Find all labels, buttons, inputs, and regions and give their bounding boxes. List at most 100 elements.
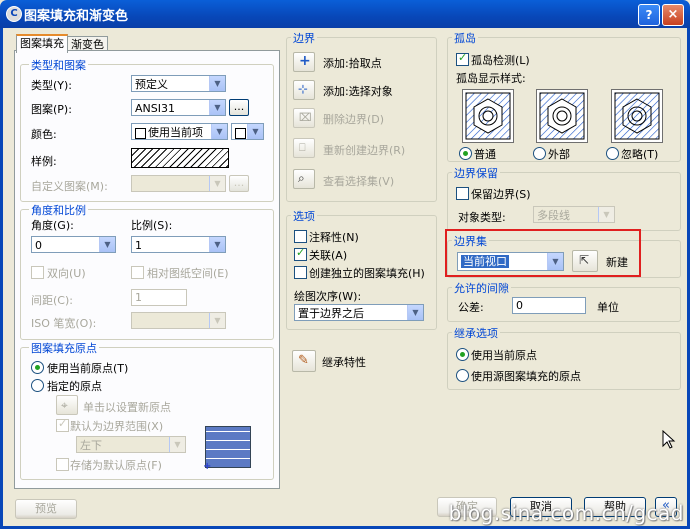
highlight-annotation xyxy=(445,229,641,277)
chevron-down-icon: ▼ xyxy=(209,100,225,115)
no-color-icon xyxy=(235,127,246,139)
color-select[interactable]: 使用当前项 ▼ xyxy=(131,123,228,140)
island-normal-radio[interactable] xyxy=(459,147,472,160)
pattern-label: 图案(P): xyxy=(31,103,72,116)
tolerance-unit: 单位 xyxy=(597,301,619,314)
island-ignore-icon xyxy=(614,92,660,140)
angle-value: 0 xyxy=(35,239,42,252)
check-icon: ✓ xyxy=(58,417,68,430)
inherit-source-origin-radio[interactable] xyxy=(456,369,469,382)
retain-boundaries-checkbox[interactable] xyxy=(456,187,469,200)
type-select[interactable]: 预定义 ▼ xyxy=(131,75,226,92)
island-detection-checkbox[interactable]: ✓ xyxy=(456,51,469,66)
store-default-checkbox[interactable] xyxy=(56,458,69,471)
hatch-sample-swatch[interactable] xyxy=(131,148,229,168)
preview-button[interactable]: 预览 xyxy=(15,499,77,519)
chevron-down-icon: ▼ xyxy=(598,207,614,222)
double-checkbox[interactable] xyxy=(31,266,44,279)
title-bar[interactable]: C 图案填充和渐变色 ? × xyxy=(0,0,690,28)
double-label: 双向(U) xyxy=(47,267,86,280)
chevron-down-icon: ▼ xyxy=(209,313,225,328)
default-boundary-checkbox[interactable]: ✓ xyxy=(56,417,69,432)
check-icon: ✓ xyxy=(296,246,306,259)
inherit-properties-label: 继承特性 xyxy=(322,356,366,369)
custom-pattern-label: 自定义图案(M): xyxy=(31,180,108,193)
tab-hatch[interactable]: 图案填充 xyxy=(16,34,68,53)
inherit-current-origin-radio[interactable] xyxy=(456,348,469,361)
origin-preview-icon: + xyxy=(203,426,251,472)
iso-pen-select[interactable]: ▼ xyxy=(131,312,226,329)
radio-selected-dot xyxy=(460,352,465,357)
island-ignore-label: 忽略(T) xyxy=(621,148,659,161)
boundary-retention-title: 边界保留 xyxy=(452,165,500,181)
island-outer-image[interactable] xyxy=(536,89,588,143)
chevron-down-icon: ▼ xyxy=(247,124,263,139)
chevron-down-icon: ▼ xyxy=(209,237,225,252)
inherit-properties-button[interactable]: ✎ xyxy=(292,350,316,372)
select-objects-icon: ⊹ xyxy=(298,82,309,96)
hatch-tab-panel: 类型和图案 类型(Y): 预定义 ▼ 图案(P): ANSI31 ▼ ... 颜… xyxy=(14,50,280,489)
recreate-boundary-icon: ⎕ xyxy=(299,141,306,154)
associative-checkbox[interactable]: ✓ xyxy=(294,246,307,261)
draw-order-select[interactable]: 置于边界之后 ▼ xyxy=(294,304,424,321)
swatch-label: 样例: xyxy=(31,155,57,168)
angle-label: 角度(G): xyxy=(31,219,74,232)
relative-paper-checkbox[interactable] xyxy=(131,266,144,279)
recreate-boundary-button[interactable]: ⎕ xyxy=(293,138,315,158)
type-pattern-group: 类型和图案 类型(Y): 预定义 ▼ 图案(P): ANSI31 ▼ ... 颜… xyxy=(20,57,274,202)
separate-hatches-checkbox[interactable] xyxy=(294,266,307,279)
use-current-origin-radio[interactable] xyxy=(31,361,44,374)
draw-order-label: 绘图次序(W): xyxy=(294,290,362,303)
store-default-label: 存储为默认原点(F) xyxy=(70,459,162,472)
color-swatch-icon xyxy=(135,127,146,139)
click-set-origin-label: 单击以设置新原点 xyxy=(83,401,171,414)
add-select-objects-button[interactable]: ⊹ xyxy=(293,80,315,100)
view-selections-label: 查看选择集(V) xyxy=(323,175,395,188)
island-ignore-radio[interactable] xyxy=(606,147,619,160)
angle-scale-group: 角度和比例 角度(G): 比例(S): 0 ▼ 1 ▼ 双向(U) 相对图纸空间… xyxy=(20,202,274,340)
specified-origin-radio[interactable] xyxy=(31,379,44,392)
separate-hatches-label: 创建独立的图案填充(H) xyxy=(309,267,425,280)
custom-browse-button[interactable]: ... xyxy=(229,175,249,192)
background-color-select[interactable]: ▼ xyxy=(231,123,264,140)
retain-boundaries-label: 保留边界(S) xyxy=(471,188,531,201)
pattern-value: ANSI31 xyxy=(135,102,175,115)
add-select-objects-label: 添加:选择对象 xyxy=(323,85,393,98)
spacing-input[interactable]: 1 xyxy=(131,289,187,306)
custom-pattern-select[interactable]: ▼ xyxy=(131,175,226,192)
associative-label: 关联(A) xyxy=(309,249,348,262)
object-type-select[interactable]: 多段线 ▼ xyxy=(533,206,615,223)
draw-order-value: 置于边界之后 xyxy=(298,307,364,320)
options-title: 选项 xyxy=(291,208,317,224)
set-origin-button[interactable]: ⌖ xyxy=(56,395,78,415)
radio-selected-dot xyxy=(463,151,468,156)
origin-position-select[interactable]: 左下 ▼ xyxy=(76,436,186,453)
scale-select[interactable]: 1 ▼ xyxy=(131,236,226,253)
remove-boundaries-button[interactable]: ⌧ xyxy=(293,108,315,128)
chevron-down-icon: ▼ xyxy=(211,124,227,139)
island-outer-label: 外部 xyxy=(548,148,570,161)
pick-point-icon: + xyxy=(299,53,311,69)
close-button[interactable]: × xyxy=(662,4,684,26)
pattern-browse-button[interactable]: ... xyxy=(229,99,249,116)
annotative-checkbox[interactable] xyxy=(294,230,307,243)
scale-label: 比例(S): xyxy=(131,219,173,232)
angle-select[interactable]: 0 ▼ xyxy=(31,236,116,253)
hatch-origin-group: 图案填充原点 使用当前原点(T) 指定的原点 ⌖ 单击以设置新原点 ✓ 默认为边… xyxy=(20,340,274,480)
tolerance-input[interactable]: 0 xyxy=(512,297,586,314)
help-title-button[interactable]: ? xyxy=(638,4,660,26)
boundaries-title: 边界 xyxy=(291,30,317,46)
pattern-select[interactable]: ANSI31 ▼ xyxy=(131,99,226,116)
islands-title: 孤岛 xyxy=(452,30,478,46)
view-selections-button[interactable]: ⌕ xyxy=(293,169,315,189)
watermark-text: blog.sina.com.cn/gcad xyxy=(448,501,684,525)
island-normal-image[interactable] xyxy=(462,89,514,143)
inherit-source-origin-label: 使用源图案填充的原点 xyxy=(471,370,581,383)
island-ignore-image[interactable] xyxy=(611,89,663,143)
origin-marker-icon: + xyxy=(203,461,212,472)
chevron-down-icon: ▼ xyxy=(209,76,225,91)
add-pick-points-button[interactable]: + xyxy=(293,52,315,72)
island-outer-radio[interactable] xyxy=(533,147,546,160)
inherit-current-origin-label: 使用当前原点 xyxy=(471,349,537,362)
chevron-down-icon: ▼ xyxy=(169,437,185,452)
